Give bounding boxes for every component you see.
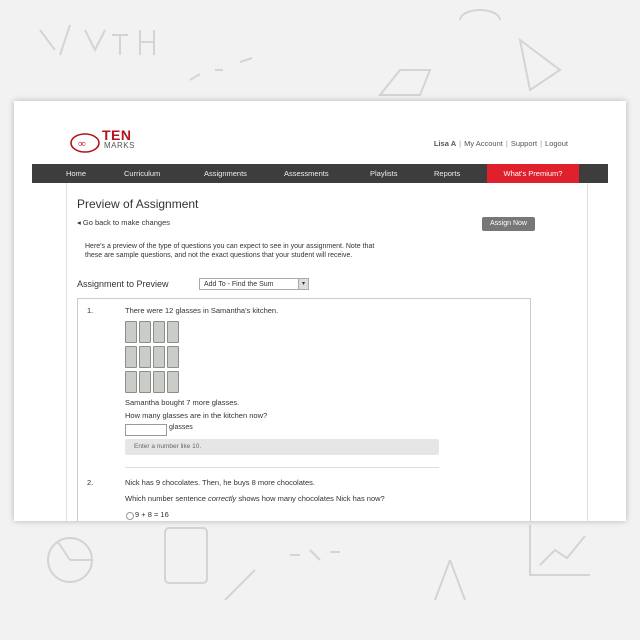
glasses-illustration xyxy=(125,321,185,397)
option-label[interactable]: 9 + 8 = 16 xyxy=(135,510,169,519)
nav-assignments[interactable]: Assignments xyxy=(204,164,247,183)
question-2-text-2-post: shows how many chocolates Nick has now? xyxy=(236,494,385,503)
glass-icon xyxy=(125,321,137,343)
assignment-select-value: Add To - Find the Sum xyxy=(204,281,274,288)
nav-assessments[interactable]: Assessments xyxy=(284,164,329,183)
back-arrow-icon: ◂ xyxy=(77,218,81,227)
nav-home[interactable]: Home xyxy=(66,164,86,183)
screenshot-frame: ∞ TEN MARKS Lisa A | My Account | Support | Lo… xyxy=(14,101,626,521)
account-links: Lisa A | My Account | Support | Logout xyxy=(434,139,568,148)
nav-reports[interactable]: Reports xyxy=(434,164,460,183)
assign-now-button[interactable]: Assign Now xyxy=(482,217,535,231)
app-window: ∞ TEN MARKS Lisa A | My Account | Support | Lo… xyxy=(24,111,616,521)
user-name: Lisa A xyxy=(433,139,457,148)
main-nav: Home Curriculum Assignments Assessments … xyxy=(32,164,608,183)
nav-curriculum[interactable]: Curriculum xyxy=(124,164,160,183)
link-separator: | xyxy=(459,139,462,148)
answer-unit-label: glasses xyxy=(169,424,193,431)
glass-icon xyxy=(167,371,179,393)
main-content: Preview of Assignment ◂ Go back to make … xyxy=(66,183,588,521)
glass-icon xyxy=(153,371,165,393)
logo-text-marks: MARKS xyxy=(104,141,135,150)
question-1-text-2: Samantha bought 7 more glasses. xyxy=(125,398,240,407)
question-divider xyxy=(125,467,439,468)
glass-icon xyxy=(125,371,137,393)
page-title: Preview of Assignment xyxy=(77,197,199,211)
question-2-text-2-pre: Which number sentence xyxy=(125,494,208,503)
option-radio[interactable] xyxy=(126,512,134,520)
answer-hint: Enter a number like 10. xyxy=(125,439,439,455)
question-2-number: 2. xyxy=(87,478,94,487)
question-1-text-3: How many glasses are in the kitchen now? xyxy=(125,411,268,420)
glass-icon xyxy=(167,346,179,368)
glass-icon xyxy=(139,321,151,343)
assignment-select[interactable]: Add To - Find the Sum ▾ xyxy=(199,278,309,290)
question-1-text: There were 12 glasses in Samantha's kitc… xyxy=(125,306,279,315)
support-link[interactable]: Support xyxy=(511,139,537,148)
my-account-link[interactable]: My Account xyxy=(464,139,503,148)
logout-link[interactable]: Logout xyxy=(545,139,568,148)
link-separator: | xyxy=(540,139,543,148)
glass-icon xyxy=(153,321,165,343)
nav-whats-premium[interactable]: What's Premium? xyxy=(487,164,579,183)
link-separator: | xyxy=(505,139,508,148)
question-2-text-2: Which number sentence correctly shows ho… xyxy=(125,494,385,503)
question-1-number: 1. xyxy=(87,306,94,315)
back-link-label: Go back to make changes xyxy=(82,218,170,227)
glass-icon xyxy=(167,321,179,343)
site-header: ∞ TEN MARKS Lisa A | My Account | Support | Lo… xyxy=(24,111,616,155)
svg-text:∞: ∞ xyxy=(78,138,86,150)
nav-playlists[interactable]: Playlists xyxy=(370,164,398,183)
glass-icon xyxy=(139,346,151,368)
question-2-text-2-emphasis: correctly xyxy=(207,494,237,503)
question-2-text: Nick has 9 chocolates. Then, he buys 8 m… xyxy=(125,478,315,487)
glass-icon xyxy=(125,346,137,368)
chevron-down-icon[interactable]: ▾ xyxy=(298,279,308,289)
glass-icon xyxy=(153,346,165,368)
glass-icon xyxy=(139,371,151,393)
back-link[interactable]: ◂ Go back to make changes xyxy=(77,218,170,227)
questions-panel: 1. There were 12 glasses in Samantha's k… xyxy=(77,298,531,521)
answer-input[interactable] xyxy=(125,424,167,436)
intro-text: Here's a preview of the type of question… xyxy=(85,243,375,259)
assignment-to-preview-label: Assignment to Preview xyxy=(77,279,169,289)
